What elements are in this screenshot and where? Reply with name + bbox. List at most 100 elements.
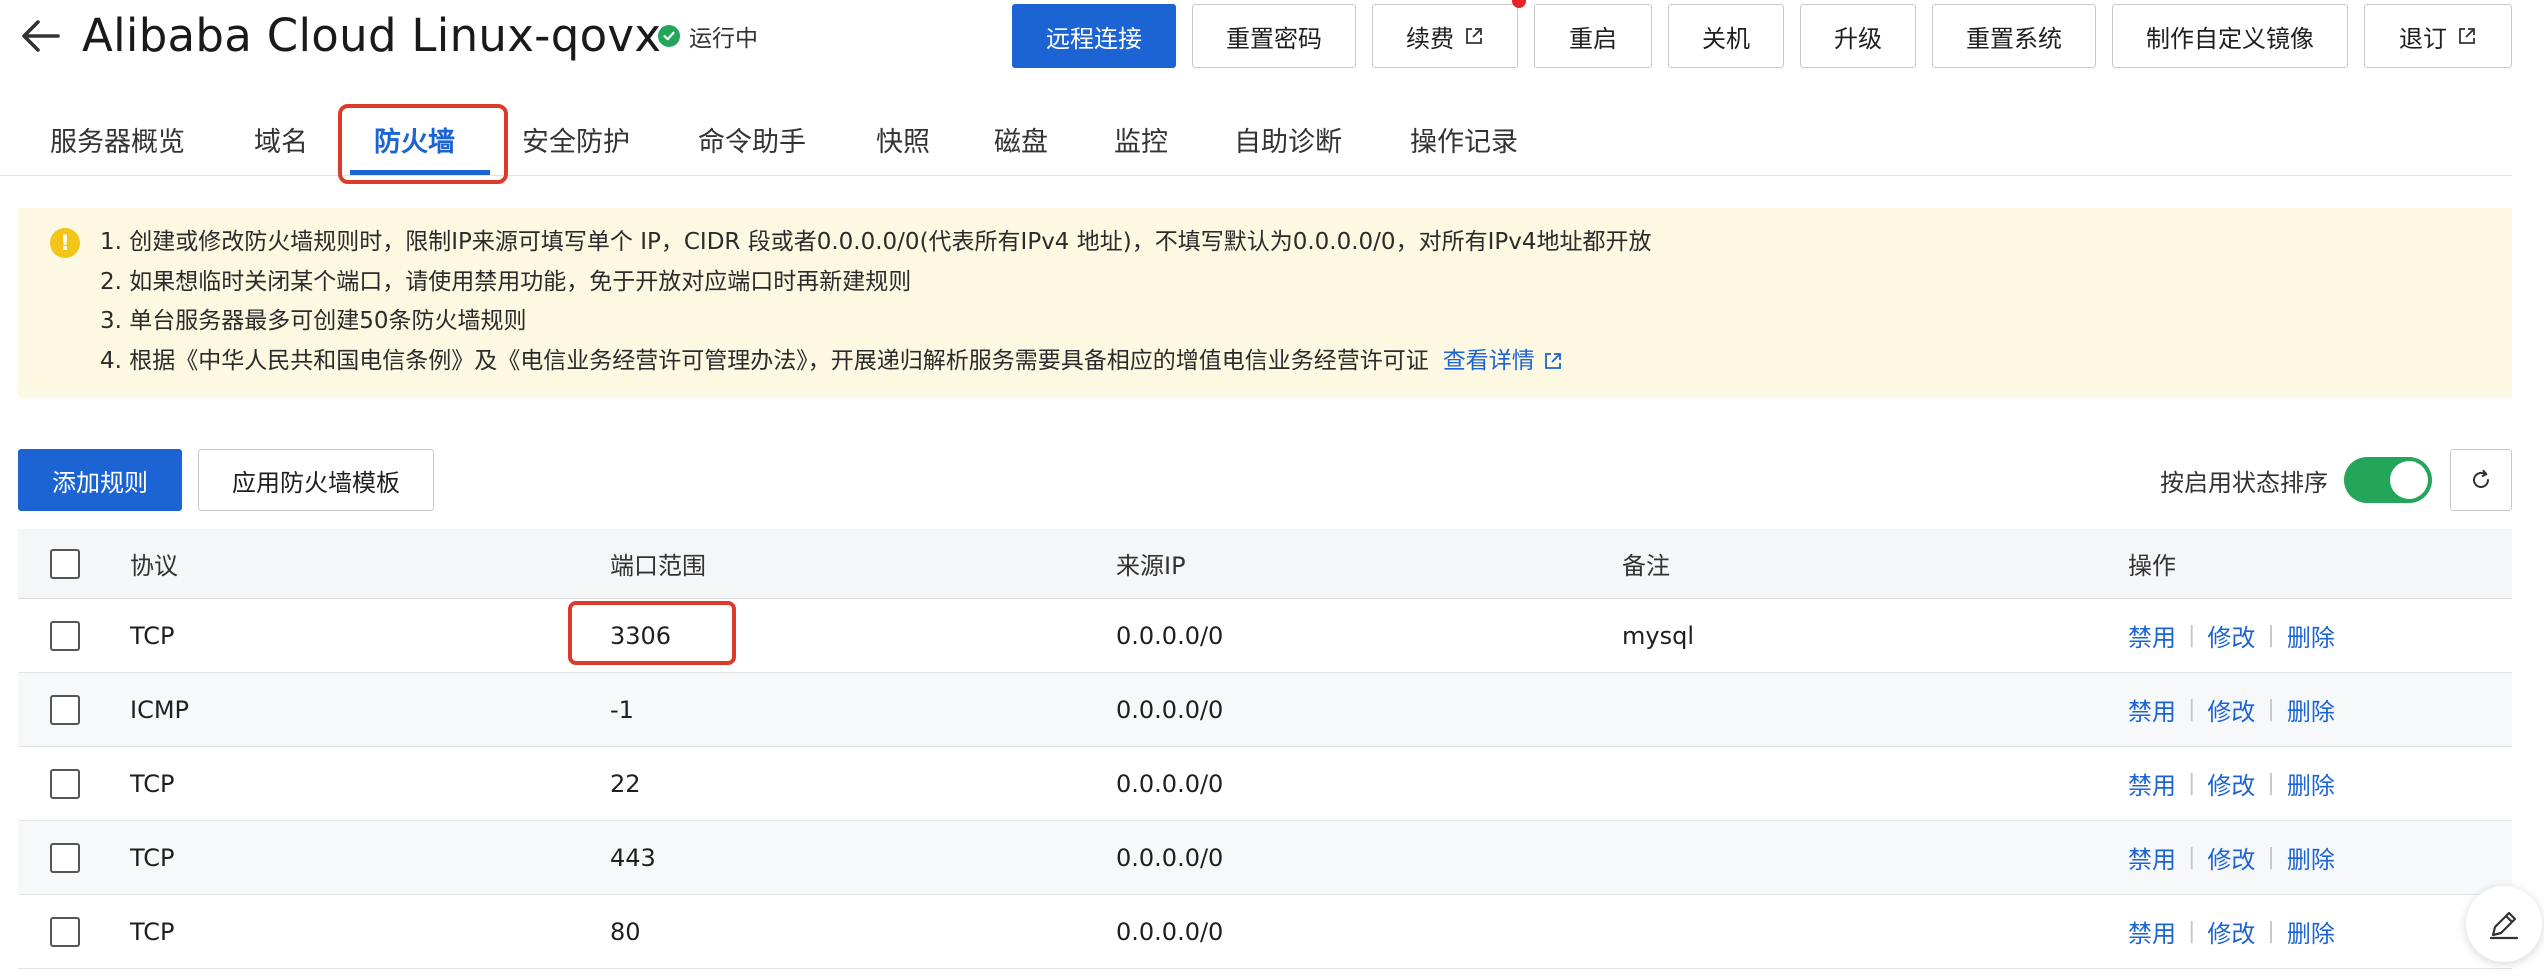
separator: |	[2267, 623, 2275, 648]
cell-protocol: TCP	[130, 843, 175, 872]
delete-link[interactable]: 删除	[2287, 618, 2335, 653]
disable-link[interactable]: 禁用	[2128, 766, 2176, 801]
unsubscribe-button[interactable]: 退订	[2364, 4, 2512, 68]
floating-edit-button[interactable]	[2466, 886, 2542, 962]
separator: |	[2188, 919, 2196, 944]
cell-source: 0.0.0.0/0	[1116, 769, 1224, 798]
disable-link[interactable]: 禁用	[2128, 692, 2176, 727]
check-icon	[658, 25, 680, 47]
table-row: TCP 443 0.0.0.0/0 禁用 | 修改 | 删除	[18, 821, 2512, 895]
edit-link[interactable]: 修改	[2207, 840, 2255, 875]
row-checkbox[interactable]	[50, 768, 80, 799]
tab-oplog[interactable]: 操作记录	[1410, 120, 1518, 174]
edit-link[interactable]: 修改	[2207, 618, 2255, 653]
cell-source: 0.0.0.0/0	[1116, 843, 1224, 872]
sort-label: 按启用状态排序	[2160, 469, 2328, 497]
apply-template-button[interactable]: 应用防火墙模板	[198, 449, 434, 511]
cell-ops: 禁用 | 修改 | 删除	[2128, 821, 2335, 894]
refresh-button[interactable]	[2450, 449, 2512, 511]
row-checkbox[interactable]	[50, 620, 80, 651]
external-link-icon	[1544, 353, 1561, 369]
custom-image-button[interactable]: 制作自定义镜像	[2112, 4, 2348, 68]
delete-link[interactable]: 删除	[2287, 692, 2335, 727]
delete-link[interactable]: 删除	[2287, 914, 2335, 949]
reset-password-label: 重置密码	[1226, 24, 1322, 53]
notification-dot	[1512, 0, 1526, 8]
upgrade-button[interactable]: 升级	[1800, 4, 1916, 68]
separator: |	[2188, 771, 2196, 796]
table-row: ICMP -1 0.0.0.0/0 禁用 | 修改 | 删除	[18, 673, 2512, 747]
delete-link[interactable]: 删除	[2287, 840, 2335, 875]
edit-link[interactable]: 修改	[2207, 766, 2255, 801]
unsubscribe-label: 退订	[2399, 24, 2447, 53]
header-source: 来源IP	[1116, 552, 1186, 580]
disable-link[interactable]: 禁用	[2128, 914, 2176, 949]
tab-domain[interactable]: 域名	[254, 120, 308, 174]
external-link-icon	[2459, 28, 2475, 44]
shutdown-label: 关机	[1702, 24, 1750, 53]
tab-security[interactable]: 安全防护	[522, 120, 630, 174]
header-port: 端口范围	[610, 552, 706, 580]
apply-template-label: 应用防火墙模板	[232, 468, 400, 497]
tab-highlight-annotation	[338, 104, 508, 184]
cell-source: 0.0.0.0/0	[1116, 917, 1224, 946]
server-title: Alibaba Cloud Linux-qovx	[82, 9, 662, 62]
cell-protocol: ICMP	[130, 695, 190, 724]
table-row: TCP 80 0.0.0.0/0 禁用 | 修改 | 删除	[18, 895, 2512, 969]
tab-diagnosis[interactable]: 自助诊断	[1234, 120, 1342, 174]
add-rule-button[interactable]: 添加规则	[18, 449, 182, 511]
separator: |	[2188, 845, 2196, 870]
cell-protocol: TCP	[130, 917, 175, 946]
header-note: 备注	[1622, 552, 1670, 580]
select-all-checkbox[interactable]	[50, 548, 80, 579]
page: Alibaba Cloud Linux-qovx 运行中 远程连接 重置密码 续…	[0, 0, 2544, 980]
row-checkbox[interactable]	[50, 694, 80, 725]
notice-line-4: 4. 根据《中华人民共和国电信条例》及《电信业务经营许可管理办法》，开展递归解析…	[100, 348, 1429, 374]
sort-toggle[interactable]	[2344, 457, 2432, 503]
separator: |	[2267, 919, 2275, 944]
edit-link[interactable]: 修改	[2207, 692, 2255, 727]
tab-disk[interactable]: 磁盘	[994, 120, 1048, 174]
header-ops: 操作	[2128, 552, 2176, 580]
tab-overview[interactable]: 服务器概览	[50, 120, 185, 174]
cell-ops: 禁用 | 修改 | 删除	[2128, 747, 2335, 820]
delete-link[interactable]: 删除	[2287, 766, 2335, 801]
reset-password-button[interactable]: 重置密码	[1192, 4, 1356, 68]
disable-link[interactable]: 禁用	[2128, 618, 2176, 653]
separator: |	[2188, 697, 2196, 722]
separator: |	[2267, 845, 2275, 870]
tab-snapshot[interactable]: 快照	[876, 120, 930, 174]
edit-pen-icon	[2489, 911, 2519, 940]
cell-port: 443	[610, 843, 656, 872]
back-arrow-icon[interactable]	[18, 14, 62, 58]
toggle-knob	[2390, 461, 2428, 499]
separator: |	[2267, 697, 2275, 722]
remote-connect-button[interactable]: 远程连接	[1012, 4, 1176, 68]
tab-monitor[interactable]: 监控	[1114, 120, 1168, 174]
external-link-icon	[1466, 28, 1482, 44]
edit-link[interactable]: 修改	[2207, 914, 2255, 949]
shutdown-button[interactable]: 关机	[1668, 4, 1784, 68]
renew-button[interactable]: 续费	[1372, 4, 1518, 68]
remote-connect-label: 远程连接	[1046, 24, 1142, 53]
cell-note: mysql	[1622, 621, 1694, 650]
details-link[interactable]: 查看详情	[1443, 348, 1563, 374]
disable-link[interactable]: 禁用	[2128, 840, 2176, 875]
port-highlight-annotation	[568, 601, 736, 665]
reset-system-button[interactable]: 重置系统	[1932, 4, 2096, 68]
row-checkbox[interactable]	[50, 842, 80, 873]
notice-line-1: 1. 创建或修改防火墙规则时，限制IP来源可填写单个 IP，CIDR 段或者0.…	[100, 229, 1652, 255]
tab-command[interactable]: 命令助手	[698, 120, 806, 174]
row-checkbox[interactable]	[50, 916, 80, 947]
restart-label: 重启	[1569, 24, 1617, 53]
cell-port: 22	[610, 769, 641, 798]
header: Alibaba Cloud Linux-qovx 运行中 远程连接 重置密码 续…	[0, 0, 2544, 80]
details-link-label: 查看详情	[1442, 348, 1535, 374]
separator: |	[2267, 771, 2275, 796]
firewall-rules-table: 协议 端口范围 来源IP 备注 操作 TCP 3306 0.0.0.0/0 my…	[18, 529, 2512, 969]
reset-system-label: 重置系统	[1966, 24, 2062, 53]
restart-button[interactable]: 重启	[1534, 4, 1652, 68]
cell-port: 80	[610, 917, 641, 946]
header-protocol: 协议	[130, 552, 178, 580]
status-text: 运行中	[689, 26, 758, 52]
